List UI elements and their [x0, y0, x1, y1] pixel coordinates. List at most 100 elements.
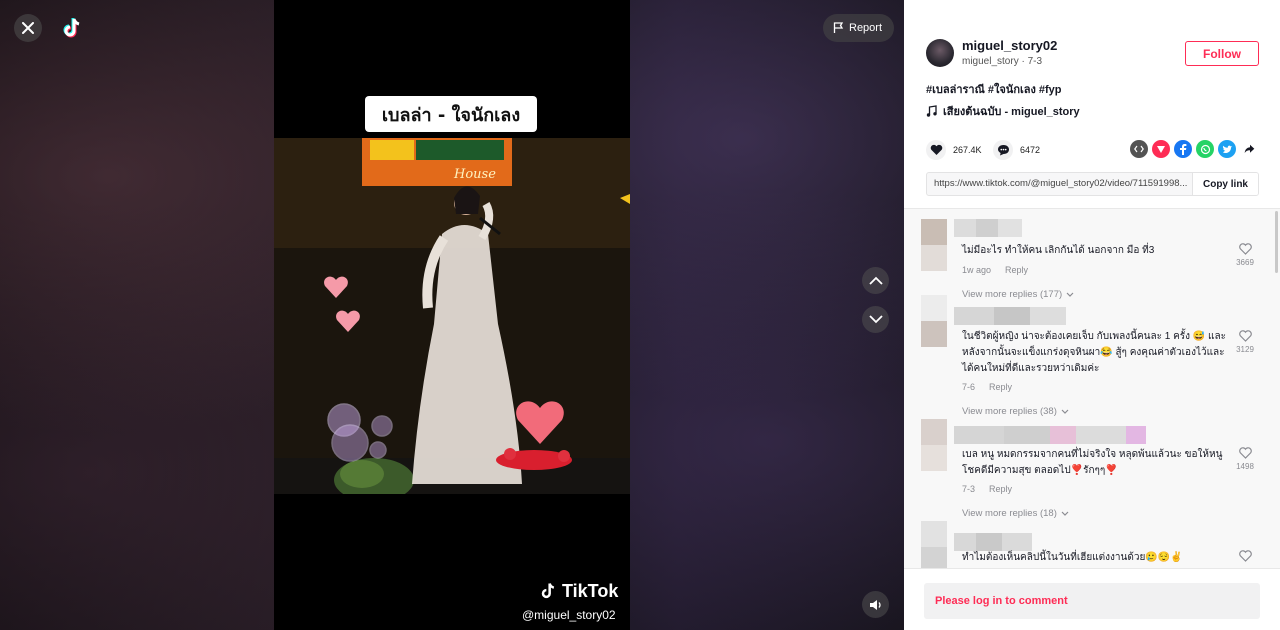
comment-avatar[interactable] — [921, 419, 947, 471]
comment-like[interactable]: 3129 — [1230, 330, 1260, 354]
comment-like[interactable]: 3669 — [1230, 243, 1260, 267]
author-avatar[interactable] — [926, 39, 954, 67]
close-icon — [22, 22, 34, 34]
like-button[interactable] — [926, 140, 946, 160]
comment-avatar[interactable] — [921, 295, 947, 347]
comment-button[interactable] — [993, 140, 1013, 160]
twitter-share-button[interactable] — [1218, 140, 1236, 158]
music-title: เสียงต้นฉบับ - miguel_story — [943, 106, 1080, 118]
comment-count: 6472 — [1020, 145, 1041, 155]
comment-username-redacted — [954, 426, 1146, 444]
embed-button[interactable] — [1130, 140, 1148, 158]
comment-like[interactable]: 1498 — [1230, 447, 1260, 471]
share-arrow-icon — [1244, 144, 1254, 153]
share-row — [1130, 140, 1258, 158]
post-description[interactable]: #เบลล่าราณี #ใจนักเลง #fyp — [926, 80, 1062, 98]
flag-icon — [833, 22, 844, 33]
reply-button[interactable]: Reply — [1005, 265, 1028, 275]
comment-avatar[interactable] — [921, 219, 947, 271]
author-username[interactable]: miguel_story02 — [962, 38, 1057, 53]
meta-separator: · — [1018, 56, 1028, 67]
comment-scrollbar[interactable] — [1275, 211, 1278, 273]
chevron-up-icon — [868, 276, 883, 285]
comment-time: 1w ago — [962, 265, 992, 275]
embed-icon — [1134, 145, 1144, 153]
login-to-comment-button[interactable]: Please log in to comment — [924, 583, 1260, 619]
comment-text: เบล หนู หมดกรรมจากคนที่ไม่จริงใจ หลุดพ้น… — [962, 449, 1223, 476]
twitter-icon — [1222, 145, 1232, 153]
comment-time: 7-6 — [962, 382, 976, 392]
report-label: Report — [849, 22, 883, 34]
view-more-replies[interactable]: View more replies (177) — [962, 289, 1074, 300]
details-panel: miguel_story02 miguel_story · 7-3 Follow… — [904, 0, 1280, 630]
comment-meta: 1w ago Reply — [962, 265, 1028, 275]
chevron-down-icon — [1066, 292, 1074, 297]
send-button[interactable] — [1152, 140, 1170, 158]
video-stage: Report House เบลล่า - ใจนักเลง TikTok @m… — [0, 0, 904, 630]
facebook-share-button[interactable] — [1174, 140, 1192, 158]
more-share-button[interactable] — [1240, 140, 1258, 158]
watermark-brand: TikTok — [562, 580, 619, 601]
video-frame: House — [274, 138, 630, 494]
reply-button[interactable]: Reply — [989, 382, 1012, 392]
comment-bubble-icon — [997, 145, 1009, 156]
heart-outline-icon — [1238, 243, 1252, 255]
heart-outline-icon — [1238, 447, 1252, 459]
tiktok-logo-icon[interactable] — [60, 16, 84, 40]
comment-like-count: 3129 — [1236, 345, 1254, 354]
volume-button[interactable] — [862, 591, 889, 618]
view-more-replies[interactable]: View more replies (38) — [962, 406, 1069, 417]
facebook-icon — [1180, 143, 1187, 155]
author-meta: miguel_story · 7-3 — [962, 56, 1042, 67]
reply-button[interactable]: Reply — [989, 484, 1012, 494]
close-button[interactable] — [14, 14, 42, 42]
performance-scene: House — [274, 138, 630, 494]
copy-link-button[interactable]: Copy link — [1192, 173, 1258, 195]
post-date: 7-3 — [1027, 56, 1043, 67]
comment-text: ไม่มีอะไร ทำให้คน เลิกกันได้ นอกจาก มือ … — [962, 245, 1155, 256]
tiktok-logo-icon — [541, 583, 555, 599]
heart-outline-icon — [1238, 550, 1252, 562]
comment-text: ทำไมต้องเห็นคลิปนี้ในวันที่เฮียแต่งงานด้… — [962, 552, 1183, 563]
watermark-username: @miguel_story02 — [522, 608, 616, 622]
comment-username-redacted — [954, 307, 1066, 325]
view-more-replies[interactable]: View more replies (18) — [962, 508, 1069, 519]
whatsapp-icon — [1200, 144, 1210, 154]
comment-avatar[interactable] — [921, 521, 947, 568]
comment-time: 7-3 — [962, 484, 976, 494]
comment-username-redacted — [954, 219, 1022, 237]
comment-stat[interactable]: 6472 — [993, 140, 1040, 160]
share-link-text[interactable]: https://www.tiktok.com/@miguel_story02/v… — [927, 173, 1192, 195]
music-link[interactable]: เสียงต้นฉบับ - miguel_story — [926, 102, 1080, 120]
heart-icon — [930, 144, 942, 155]
like-count: 267.4K — [953, 145, 982, 155]
send-icon — [1157, 146, 1165, 153]
volume-icon — [869, 599, 881, 610]
chevron-down-icon — [868, 315, 883, 324]
chevron-down-icon — [1061, 511, 1069, 516]
comment-meta: 7-3 Reply — [962, 484, 1012, 494]
previous-video-button[interactable] — [862, 267, 889, 294]
heart-outline-icon — [1238, 330, 1252, 342]
comment-like-count: 1498 — [1236, 462, 1254, 471]
report-button[interactable]: Report — [823, 14, 895, 42]
comment-text: ในชีวิตผู้หญิง น่าจะต้องเคยเจ็บ กับเพลงน… — [962, 331, 1226, 374]
share-link-box: https://www.tiktok.com/@miguel_story02/v… — [926, 172, 1259, 196]
comment-bar: Please log in to comment — [904, 568, 1280, 630]
view-more-replies-label: View more replies (177) — [962, 289, 1063, 300]
watermark-logo: TikTok — [538, 580, 618, 602]
comment-like[interactable] — [1230, 550, 1260, 565]
whatsapp-share-button[interactable] — [1196, 140, 1214, 158]
comment-list[interactable]: ไม่มีอะไร ทำให้คน เลิกกันได้ นอกจาก มือ … — [904, 208, 1280, 568]
video-caption: เบลล่า - ใจนักเลง — [365, 96, 537, 132]
music-note-icon — [926, 105, 937, 117]
view-more-replies-label: View more replies (38) — [962, 406, 1057, 417]
sign-text: House — [453, 167, 496, 182]
comment-meta: 7-6 Reply — [962, 382, 1012, 392]
like-stat[interactable]: 267.4K — [926, 140, 982, 160]
author-nickname: miguel_story — [962, 56, 1019, 67]
view-more-replies-label: View more replies (18) — [962, 508, 1057, 519]
comment-username-redacted — [954, 533, 1032, 551]
next-video-button[interactable] — [862, 306, 889, 333]
follow-button[interactable]: Follow — [1185, 41, 1259, 66]
